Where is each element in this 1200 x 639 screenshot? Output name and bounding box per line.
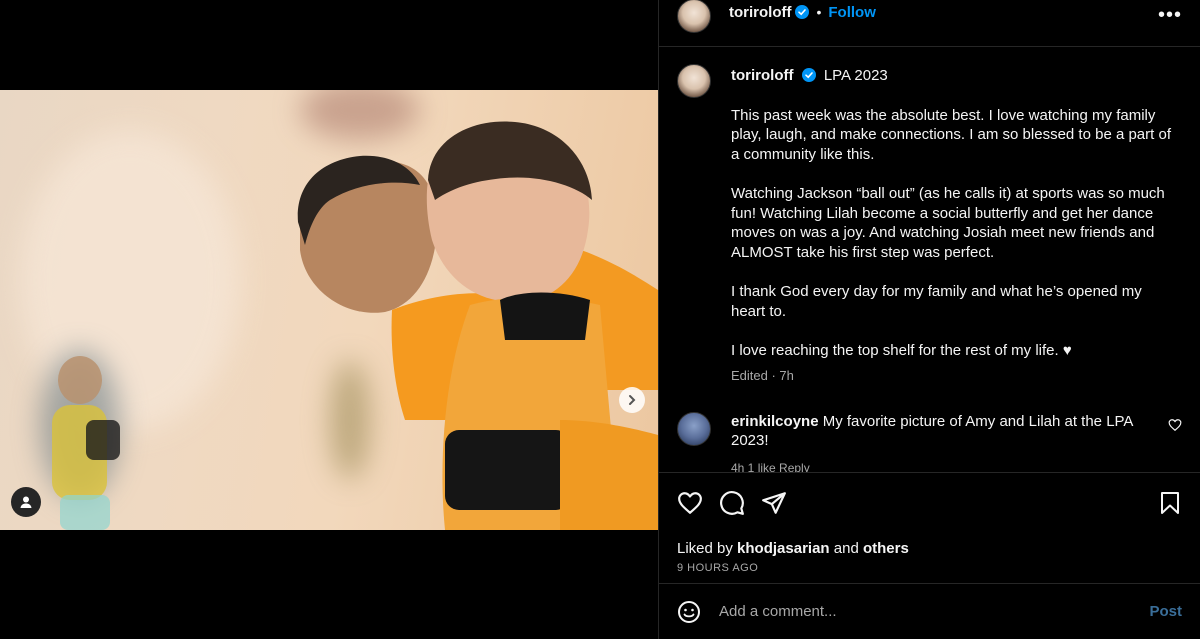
comment-bubble-icon [720,491,744,515]
likes-joiner: and [833,540,859,557]
save-button[interactable] [1158,490,1182,516]
post-comment-button[interactable]: Post [1149,603,1182,620]
tagged-users-button[interactable] [11,487,41,517]
likes-prefix: Liked by [677,540,733,557]
caption-username[interactable]: toriroloff [731,67,793,84]
comments-scroll-area[interactable]: toriroloff LPA 2023 This past week was t… [659,48,1200,472]
likes-summary: Liked by khodjasarian and others [677,540,1182,557]
post-photo[interactable] [0,90,658,530]
caption-avatar[interactable] [677,64,711,98]
liked-by-user[interactable]: khodjasarian [737,540,830,557]
verified-badge-icon [801,68,816,82]
like-comment-heart-icon[interactable] [1168,418,1182,432]
post-media [0,0,658,639]
commenter-avatar[interactable] [677,411,711,446]
share-button[interactable] [761,490,787,516]
caption-paragraph: I thank God every day for my family and … [731,282,1142,320]
paper-plane-icon [762,492,786,514]
post-actions: Liked by khodjasarian and others 9 HOURS… [659,472,1200,574]
comment-button[interactable] [719,490,745,516]
chevron-right-icon [629,395,636,405]
post-timestamp: 9 HOURS AGO [677,562,759,574]
more-options-button[interactable]: ••• [1158,4,1182,27]
photo-scene [52,121,658,530]
emoji-button[interactable] [677,600,701,624]
heart-icon [678,492,702,514]
like-button[interactable] [677,490,703,516]
post-location[interactable]: LPA 2023 [824,67,888,84]
author-username[interactable]: toriroloff [729,4,791,21]
caption-meta: Edited · 7h [731,367,794,383]
author-avatar[interactable] [677,0,711,33]
caption-paragraph: I love reaching the top shelf for the re… [731,341,1072,359]
add-comment-bar: Post [659,583,1200,639]
comment-item: erinkilcoyne My favorite picture of Amy … [677,411,1182,472]
verified-badge-icon [795,5,810,19]
post-header: toriroloff • Follow ••• [659,0,1200,47]
commenter-username[interactable]: erinkilcoyne [731,413,819,430]
header-separator: • [816,4,822,20]
caption-paragraph: Watching Jackson “ball out” (as he calls… [731,184,1165,261]
post-side-panel: toriroloff • Follow ••• toriroloff LPA 2… [658,0,1200,639]
person-icon [20,496,32,508]
follow-button[interactable]: Follow [828,4,876,21]
emoji-icon [678,600,700,623]
comment-meta: 4h 1 like Reply [731,460,810,472]
caption-paragraph: This past week was the absolute best. I … [731,106,1171,163]
likes-others-link[interactable]: others [863,540,909,557]
next-slide-button[interactable] [619,387,645,413]
bookmark-icon [1161,492,1179,514]
caption: toriroloff LPA 2023 This past week was t… [677,64,1182,386]
comment-input[interactable] [719,603,1150,620]
